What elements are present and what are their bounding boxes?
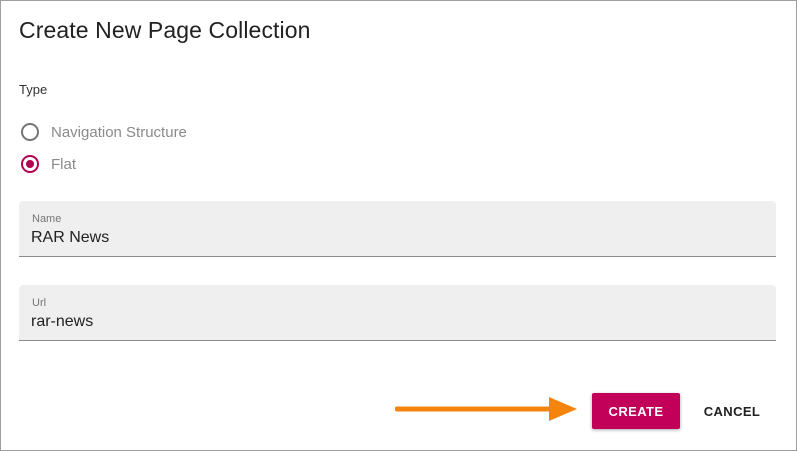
radio-label-flat: Flat	[51, 155, 77, 173]
radio-option-navigation-structure[interactable]: Navigation Structure	[21, 121, 187, 143]
arrow-right-icon	[395, 397, 577, 421]
create-page-collection-dialog: Create New Page Collection Type Navigati…	[0, 0, 797, 451]
dialog-title: Create New Page Collection	[19, 17, 311, 43]
name-input[interactable]	[31, 229, 751, 247]
radio-checked-icon[interactable]	[21, 155, 39, 173]
radio-label-navigation-structure: Navigation Structure	[51, 123, 187, 141]
radio-option-flat[interactable]: Flat	[21, 153, 76, 175]
name-field[interactable]: Name	[19, 201, 776, 257]
name-field-label: Name	[32, 213, 62, 225]
type-label: Type	[19, 82, 48, 97]
url-input[interactable]	[31, 313, 751, 331]
radio-unchecked-icon[interactable]	[21, 123, 39, 141]
cancel-button[interactable]: CANCEL	[695, 393, 769, 429]
url-field[interactable]: Url	[19, 285, 776, 341]
create-button[interactable]: CREATE	[592, 393, 680, 429]
url-field-label: Url	[32, 297, 47, 309]
